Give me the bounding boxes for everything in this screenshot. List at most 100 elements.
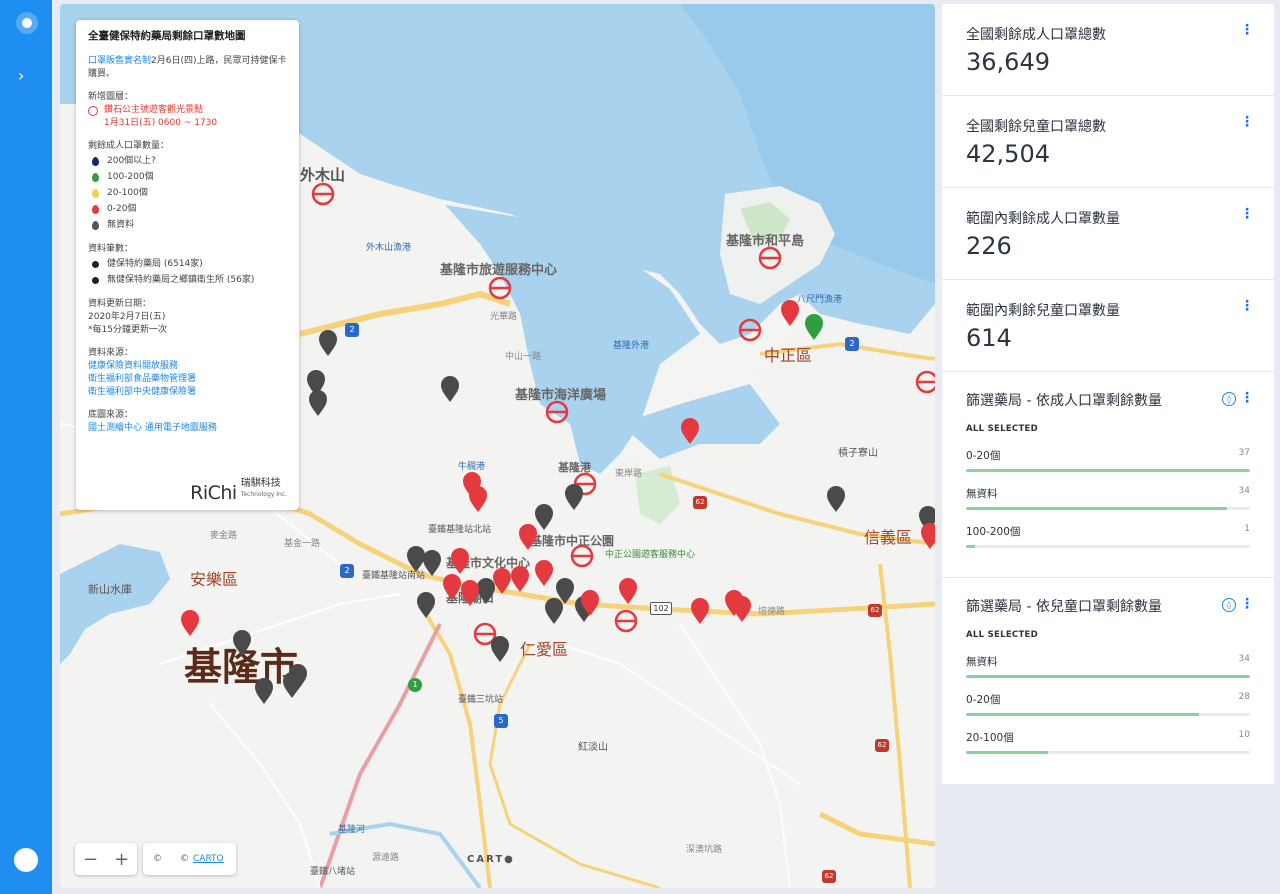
pharmacy-pin-gray (535, 504, 553, 530)
legend-level: 0-20個 (88, 201, 287, 217)
filter-item-label: 無資料 (966, 656, 998, 668)
stat-value: 36,649 (966, 48, 1050, 76)
record-label: 資料筆數： (88, 244, 134, 254)
pin-gray-icon (92, 220, 99, 230)
carto-attribution-link[interactable]: CARTO (193, 854, 224, 864)
new-layer-name: 鑽石公主號遊客觀光景點 (104, 105, 204, 115)
legend-level: 無資料 (88, 217, 287, 233)
new-layer-date: 1月31日(五) 0600 ~ 1730 (104, 118, 218, 128)
filter-bar (966, 675, 1250, 678)
attraction-legend-icon (88, 106, 98, 116)
legend-level-label: 20-100個 (107, 187, 148, 198)
filter-item-count: 1 (1244, 524, 1250, 534)
filter-item-count: 34 (1238, 654, 1250, 664)
pharmacy-pin-gray (565, 484, 583, 510)
stat-title: 範圍內剩餘兒童口罩數量 (966, 303, 1120, 319)
stat-value: 226 (966, 232, 1012, 260)
filter-item[interactable]: 無資料 34 (966, 654, 1250, 678)
more-options-icon[interactable]: ⋮ (1240, 390, 1254, 406)
map-attribution: © © CARTO (143, 843, 236, 875)
filter-bar-fill (966, 507, 1228, 510)
legend-level-label: 0-20個 (107, 203, 137, 214)
pin-green-icon (92, 172, 99, 182)
pharmacy-pin-red (619, 578, 637, 604)
new-layer-label: 新增圖層： (88, 92, 134, 102)
legend-sources: 資料來源： 健康保險資料開放服務 衛生福利部食品藥物管理署 衛生福利部中央健康保… (88, 347, 287, 399)
legend-title: 全臺健保特約藥局剩餘口罩數地圖 (88, 30, 246, 42)
filter-item-label: 100-200個 (966, 526, 1021, 538)
stat-title: 全國剩餘兒童口罩總數 (966, 119, 1106, 135)
legend-level: 20-100個 (88, 185, 287, 201)
pharmacy-pin-gray (491, 636, 509, 662)
attribution-symbol: © (153, 854, 162, 864)
more-options-icon[interactable]: ⋮ (1240, 596, 1254, 612)
filter-card-adult: 篩選藥局 - 依成人口罩剩餘數量 ◊ ⋮ ALL SELECTED 0-20個 3… (942, 372, 1274, 578)
pharmacy-pin-red (451, 548, 469, 574)
left-rail: › (0, 0, 52, 894)
pharmacy-pin-red (733, 596, 751, 622)
legend-record-label: 無健保特約藥局之鄉鎮衛生所 (56家) (107, 274, 255, 285)
filter-title: 篩選藥局 - 依兒童口罩剩餘數量 (966, 599, 1162, 615)
app-logo-icon[interactable] (16, 12, 38, 34)
legend-level-label: 無資料 (107, 219, 135, 230)
mask-count-label: 剩餘成人口罩數量： (88, 141, 170, 151)
filter-item-label: 無資料 (966, 488, 998, 500)
pharmacy-pin-red (691, 598, 709, 624)
realname-policy-link[interactable]: 口罩販售實名制 (88, 56, 151, 66)
droplet-icon[interactable]: ◊ (1222, 392, 1236, 406)
pharmacy-pin-gray (441, 376, 459, 402)
pharmacy-pin-gray (319, 330, 337, 356)
pharmacy-pin-gray (255, 678, 273, 704)
brand-logo: RiChi 瑞騏科技 Technology Inc. (190, 478, 287, 504)
pharmacy-pin-gray (417, 592, 435, 618)
source-link[interactable]: 衛生福利部食品藥物管理署 (88, 373, 287, 386)
pharmacy-pin-green (805, 314, 823, 340)
zoom-control: − + (75, 843, 137, 875)
pharmacy-pin-gray (423, 550, 441, 576)
expand-chevron-icon[interactable]: › (18, 66, 24, 85)
brand-latin: RiChi (190, 482, 237, 504)
pharmacy-pin-gray (477, 578, 495, 604)
filter-bar-fill (966, 469, 1250, 472)
filter-item-label: 0-20個 (966, 694, 1001, 706)
more-options-icon[interactable]: ⋮ (1240, 298, 1254, 314)
pharmacy-pin-red (511, 566, 529, 592)
filter-bar (966, 469, 1250, 472)
pharmacy-pin-red (921, 523, 935, 549)
pharmacy-pin-red (781, 300, 799, 326)
pharmacy-pin-red (681, 418, 699, 444)
filter-item[interactable]: 0-20個 28 (966, 692, 1250, 716)
more-options-icon[interactable]: ⋮ (1240, 114, 1254, 130)
pin-navy-icon (92, 156, 99, 166)
basemap-source-link[interactable]: 國土測繪中心 通用電子地圖服務 (88, 422, 287, 435)
droplet-icon[interactable]: ◊ (1222, 598, 1236, 612)
filter-bar (966, 507, 1250, 510)
filter-item[interactable]: 0-20個 37 (966, 448, 1250, 472)
zoom-in-button[interactable]: + (106, 843, 137, 875)
filter-bar-fill (966, 675, 1250, 678)
stat-value: 614 (966, 324, 1012, 352)
more-options-icon[interactable]: ⋮ (1240, 22, 1254, 38)
footer-logo-icon (14, 848, 38, 872)
filter-item-count: 37 (1238, 448, 1250, 458)
legend-basemap: 底圖來源： 國土測繪中心 通用電子地圖服務 (88, 409, 287, 435)
dot-icon (92, 276, 99, 284)
source-link[interactable]: 衛生福利部中央健康保險署 (88, 386, 287, 399)
source-link[interactable]: 健康保險資料開放服務 (88, 360, 287, 373)
all-selected-label[interactable]: ALL SELECTED (966, 630, 1250, 640)
legend-record-label: 健保特約藥局 (6514家) (107, 258, 203, 269)
all-selected-label[interactable]: ALL SELECTED (966, 424, 1250, 434)
stat-card: 範圍內剩餘成人口罩數量 226 ⋮ (942, 188, 1274, 280)
pharmacy-pin-gray (407, 546, 425, 572)
legend-level-label: 200個以上? (107, 155, 156, 166)
filter-item[interactable]: 20-100個 10 (966, 730, 1250, 754)
zoom-out-button[interactable]: − (75, 843, 106, 875)
filter-item[interactable]: 100-200個 1 (966, 524, 1250, 548)
pharmacy-pin-red (181, 610, 199, 636)
legend-mask-levels: 剩餘成人口罩數量： 200個以上? 100-200個 20-100個 0-20個… (88, 140, 287, 233)
pin-yellow-icon (92, 188, 99, 198)
stat-title: 範圍內剩餘成人口罩數量 (966, 211, 1120, 227)
legend-intro: 口罩販售實名制2月6日(四)上路，民眾可持健保卡購買。 (88, 55, 287, 81)
filter-item[interactable]: 無資料 34 (966, 486, 1250, 510)
more-options-icon[interactable]: ⋮ (1240, 206, 1254, 222)
